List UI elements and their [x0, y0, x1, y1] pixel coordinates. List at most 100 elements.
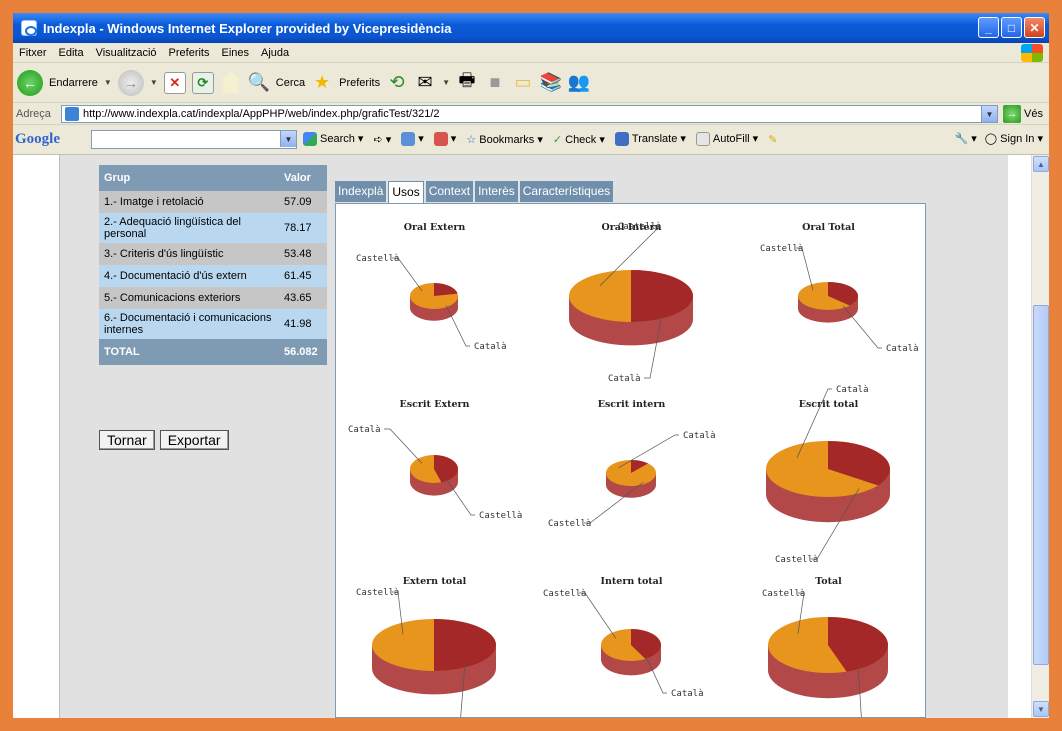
pie-slice-label: Català — [836, 385, 869, 395]
row-label: 6.- Documentació i comunicacions interne… — [99, 309, 279, 339]
row-label: 1.- Imatge i retolació — [99, 191, 279, 213]
pie-chart: Total Castellà Català — [730, 558, 925, 717]
menu-item-eines[interactable]: Eines — [216, 47, 256, 59]
row-label: 4.- Documentació d'ús extern — [99, 265, 279, 287]
autofill-icon — [695, 132, 710, 147]
navigation-toolbar: ← Endarrere ▼ → ▼ ✕ ⟳ 🔍 Cerca ★ Preferit… — [13, 63, 1049, 103]
back-arrow-icon[interactable]: ← — [17, 69, 43, 96]
back-button[interactable]: Tornar — [99, 430, 155, 450]
sign-in-button[interactable]: ◯ Sign In ▾ — [985, 132, 1043, 145]
pie-slice-label: Castellà — [618, 222, 661, 232]
favorites-star-icon[interactable]: ★ — [311, 72, 333, 94]
table-header-row: Grup Valor — [99, 165, 327, 191]
settings-wrench-icon[interactable]: 🔧 ▾ — [955, 132, 977, 145]
header-value: Valor — [279, 165, 327, 191]
google-news-button[interactable]: ➪ ▾ — [373, 133, 391, 146]
export-button[interactable]: Exportar — [159, 430, 229, 450]
home-icon[interactable] — [219, 71, 242, 94]
pie-chart: Extern total Castellà Català — [336, 558, 533, 717]
google-popup-button[interactable]: ▾ — [433, 132, 456, 147]
maximize-button[interactable]: □ — [1001, 17, 1022, 38]
table-row: 1.- Imatge i retolació 57.09 — [99, 191, 327, 213]
go-label[interactable]: Vés — [1024, 108, 1043, 120]
row-value: 61.45 — [279, 265, 327, 287]
messenger-icon[interactable]: 👥 — [568, 72, 590, 94]
table-row: 3.- Criteris d'ús lingüístic 53.48 — [99, 243, 327, 265]
back-button-label[interactable]: Endarrere — [49, 77, 98, 89]
google-plus-button[interactable]: ▾ — [401, 132, 424, 147]
charts-panel: Oral Extern Castellà Català Oral Intern Cast… — [335, 203, 926, 718]
google-search-label[interactable]: Search — [320, 133, 355, 145]
tab-caracteristiques[interactable]: Característiques — [519, 181, 614, 202]
google-search-dropdown-icon[interactable]: ▼ — [280, 131, 296, 147]
autofill-label[interactable]: AutoFill — [713, 133, 750, 145]
address-input[interactable]: http://www.indexpla.cat/indexpla/AppPHP/… — [61, 105, 998, 123]
forward-dropdown-icon[interactable]: ▼ — [150, 78, 158, 87]
title-bar: Indexpla - Windows Internet Explorer pro… — [13, 13, 1049, 43]
back-dropdown-icon[interactable]: ▼ — [104, 78, 112, 87]
scroll-down-icon[interactable]: ▼ — [1033, 701, 1049, 717]
google-toolbar: Google ▼ Search ▾ ➪ ▾ ▾ ▾ ☆ Bookmarks ▾ … — [13, 125, 1049, 155]
google-search-input[interactable]: ▼ — [91, 130, 297, 149]
close-button[interactable]: ✕ — [1024, 17, 1045, 38]
page-content: Grup Valor 1.- Imatge i retolació 57.09 … — [13, 155, 1049, 718]
pie-slice-label: Castellà — [543, 589, 586, 599]
row-value: 41.98 — [279, 309, 327, 339]
tab-interes[interactable]: Interès — [475, 181, 518, 202]
tab-indexpla[interactable]: Indexplà — [335, 181, 387, 202]
mail-icon[interactable]: ✉ — [414, 72, 436, 94]
pie-slice-label: Català — [683, 431, 716, 441]
tab-usos[interactable]: Usos — [388, 181, 424, 203]
bookmarks-button[interactable]: ☆ Bookmarks ▾ — [466, 133, 543, 146]
edit-icon[interactable]: ■ — [484, 72, 506, 94]
tab-context[interactable]: Context — [425, 181, 474, 202]
group-values-table: Grup Valor 1.- Imatge i retolació 57.09 … — [99, 165, 327, 365]
print-icon[interactable]: 🖶 — [456, 70, 478, 94]
menu-item-edita[interactable]: Edita — [53, 47, 90, 59]
menu-item-visualitzacio[interactable]: Visualització — [90, 47, 163, 59]
menu-item-fitxer[interactable]: Fitxer — [13, 47, 53, 59]
row-label: 5.- Comunicacions exteriors — [99, 287, 279, 309]
search-icon[interactable]: 🔍 — [248, 72, 270, 94]
forward-arrow-icon[interactable]: → — [117, 69, 144, 96]
autofill-button[interactable]: AutoFill ▾ — [695, 132, 758, 147]
stop-icon[interactable]: ✕ — [163, 71, 186, 94]
discuss-icon[interactable]: ▭ — [512, 72, 534, 94]
search-button-label[interactable]: Cerca — [276, 77, 305, 89]
pie-chart: Escrit Extern Català Castellà — [336, 381, 533, 553]
menu-bar: Fitxer Edita Visualització Preferits Ein… — [13, 43, 1049, 63]
pie-leader-line — [796, 247, 814, 291]
table-row: 2.- Adequació lingüística del personal 7… — [99, 213, 327, 243]
scroll-up-icon[interactable]: ▲ — [1033, 156, 1049, 172]
menu-item-preferits[interactable]: Preferits — [163, 47, 216, 59]
pie-svg: Castellà Català — [356, 254, 507, 352]
translate-icon — [614, 132, 629, 147]
browser-window: Indexpla - Windows Internet Explorer pro… — [13, 13, 1049, 718]
scroll-thumb[interactable] — [1033, 305, 1049, 665]
translate-button[interactable]: Translate ▾ — [614, 132, 686, 147]
address-url[interactable]: http://www.indexpla.cat/indexpla/AppPHP/… — [83, 108, 440, 120]
vertical-scrollbar[interactable]: ▲ ▼ — [1031, 155, 1049, 718]
minimize-button[interactable]: _ — [978, 17, 999, 38]
refresh-icon[interactable]: ⟳ — [191, 71, 214, 94]
pie-svg: Castellà Català — [543, 589, 704, 699]
address-label: Adreça — [16, 107, 51, 120]
mail-dropdown-icon[interactable]: ▼ — [442, 78, 450, 87]
favorites-button-label[interactable]: Preferits — [339, 77, 380, 89]
go-arrow-icon[interactable]: → — [1003, 105, 1021, 123]
pie-chart: Oral Intern Castellà Català — [533, 204, 730, 384]
history-icon[interactable]: ⟲ — [386, 72, 408, 94]
bookmarks-label[interactable]: Bookmarks — [479, 134, 534, 146]
bookmarks-star-icon: ☆ — [466, 133, 477, 146]
google-search-button[interactable]: Search ▾ — [303, 132, 363, 147]
check-label[interactable]: Check — [565, 134, 596, 146]
highlight-pen-icon[interactable]: ✎ — [768, 133, 777, 146]
go-button[interactable]: → Vés — [1003, 105, 1043, 123]
sign-in-label[interactable]: Sign In — [1000, 133, 1034, 145]
research-icon[interactable]: 📚 — [540, 72, 562, 94]
translate-label[interactable]: Translate — [632, 133, 677, 145]
ie-icon — [21, 20, 37, 36]
address-dropdown-icon[interactable]: ▼ — [981, 106, 997, 122]
menu-item-ajuda[interactable]: Ajuda — [255, 47, 295, 59]
spellcheck-button[interactable]: ✓ Check ▾ — [553, 133, 605, 146]
